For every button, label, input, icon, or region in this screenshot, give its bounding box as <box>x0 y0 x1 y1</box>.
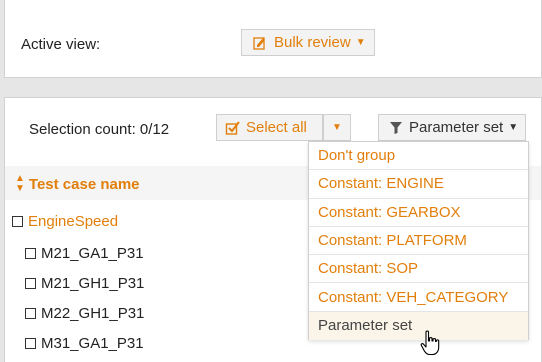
group-label[interactable]: EngineSpeed <box>28 213 118 230</box>
select-all-button[interactable]: Select all <box>216 114 323 141</box>
column-header-test-case-name[interactable]: ▲ ▼ Test case name <box>15 174 140 194</box>
row-label: M21_GH1_P31 <box>41 275 145 292</box>
filter-icon <box>389 121 403 135</box>
chevron-down-icon: ▼ <box>355 37 366 48</box>
active-view-label: Active view: <box>21 36 101 53</box>
table-row[interactable]: M21_GH1_P31 <box>25 275 144 292</box>
menu-item-constant-sop[interactable]: Constant: SOP <box>309 255 528 284</box>
parameter-set-label: Parameter set <box>409 119 504 136</box>
row-label: M21_GA1_P31 <box>41 245 144 262</box>
selection-count: Selection count: 0/12 <box>29 121 170 138</box>
row-checkbox[interactable] <box>25 248 36 259</box>
group-checkbox[interactable] <box>12 216 23 227</box>
parameter-set-button[interactable]: Parameter set ▼ <box>378 114 526 141</box>
table-row[interactable]: M31_GA1_P31 <box>25 335 144 352</box>
bulk-review-button[interactable]: Bulk review ▼ <box>241 29 375 56</box>
table-row[interactable]: M22_GH1_P31 <box>25 305 144 322</box>
menu-item-constant-platform[interactable]: Constant: PLATFORM <box>309 227 528 256</box>
menu-item-constant-gearbox[interactable]: Constant: GEARBOX <box>309 199 528 227</box>
table-row[interactable]: M21_GA1_P31 <box>25 245 144 262</box>
menu-item-parameter-set[interactable]: Parameter set <box>309 311 528 341</box>
menu-item-constant-veh-category[interactable]: Constant: VEH_CATEGORY <box>309 283 528 312</box>
chevron-down-icon: ▼ <box>332 122 342 133</box>
column-header-label: Test case name <box>28 175 140 193</box>
select-all-dropdown-button[interactable]: ▼ <box>323 114 351 141</box>
row-label: M22_GH1_P31 <box>41 305 145 322</box>
hand-cursor-icon <box>420 330 440 356</box>
group-row[interactable]: EngineSpeed <box>12 213 118 230</box>
grouping-dropdown-menu: Don't group Constant: ENGINE Constant: G… <box>308 141 529 341</box>
row-checkbox[interactable] <box>25 338 36 349</box>
chevron-down-icon: ▼ <box>508 122 519 133</box>
row-checkbox[interactable] <box>25 278 36 289</box>
edit-icon <box>252 35 268 51</box>
menu-item-dont-group[interactable]: Don't group <box>309 142 528 171</box>
row-label: M31_GA1_P31 <box>41 335 144 352</box>
active-view-panel: Active view: Bulk review ▼ <box>4 0 542 78</box>
menu-item-constant-engine[interactable]: Constant: ENGINE <box>309 170 528 199</box>
row-checkbox[interactable] <box>25 308 36 319</box>
bulk-review-label: Bulk review <box>274 34 351 51</box>
sort-icon: ▲ ▼ <box>15 173 25 194</box>
select-all-label: Select all <box>246 119 307 136</box>
checkbox-check-icon <box>225 120 241 136</box>
